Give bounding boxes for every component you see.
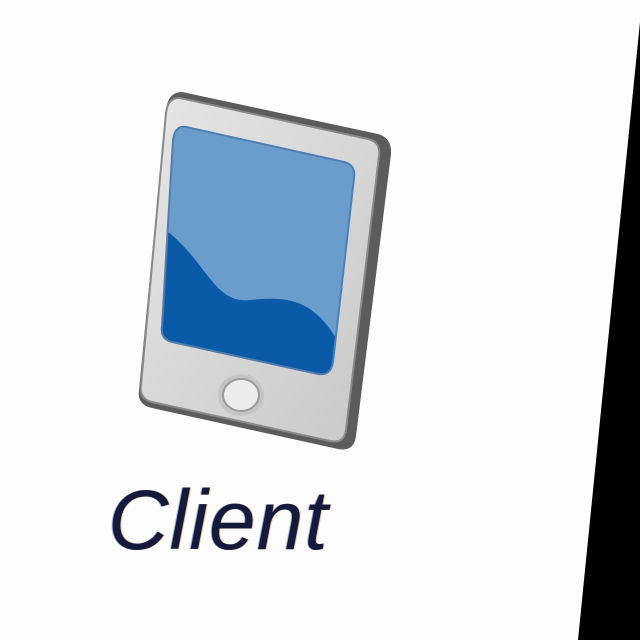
black-panel xyxy=(578,0,640,640)
diagram-canvas: Client xyxy=(0,0,640,640)
